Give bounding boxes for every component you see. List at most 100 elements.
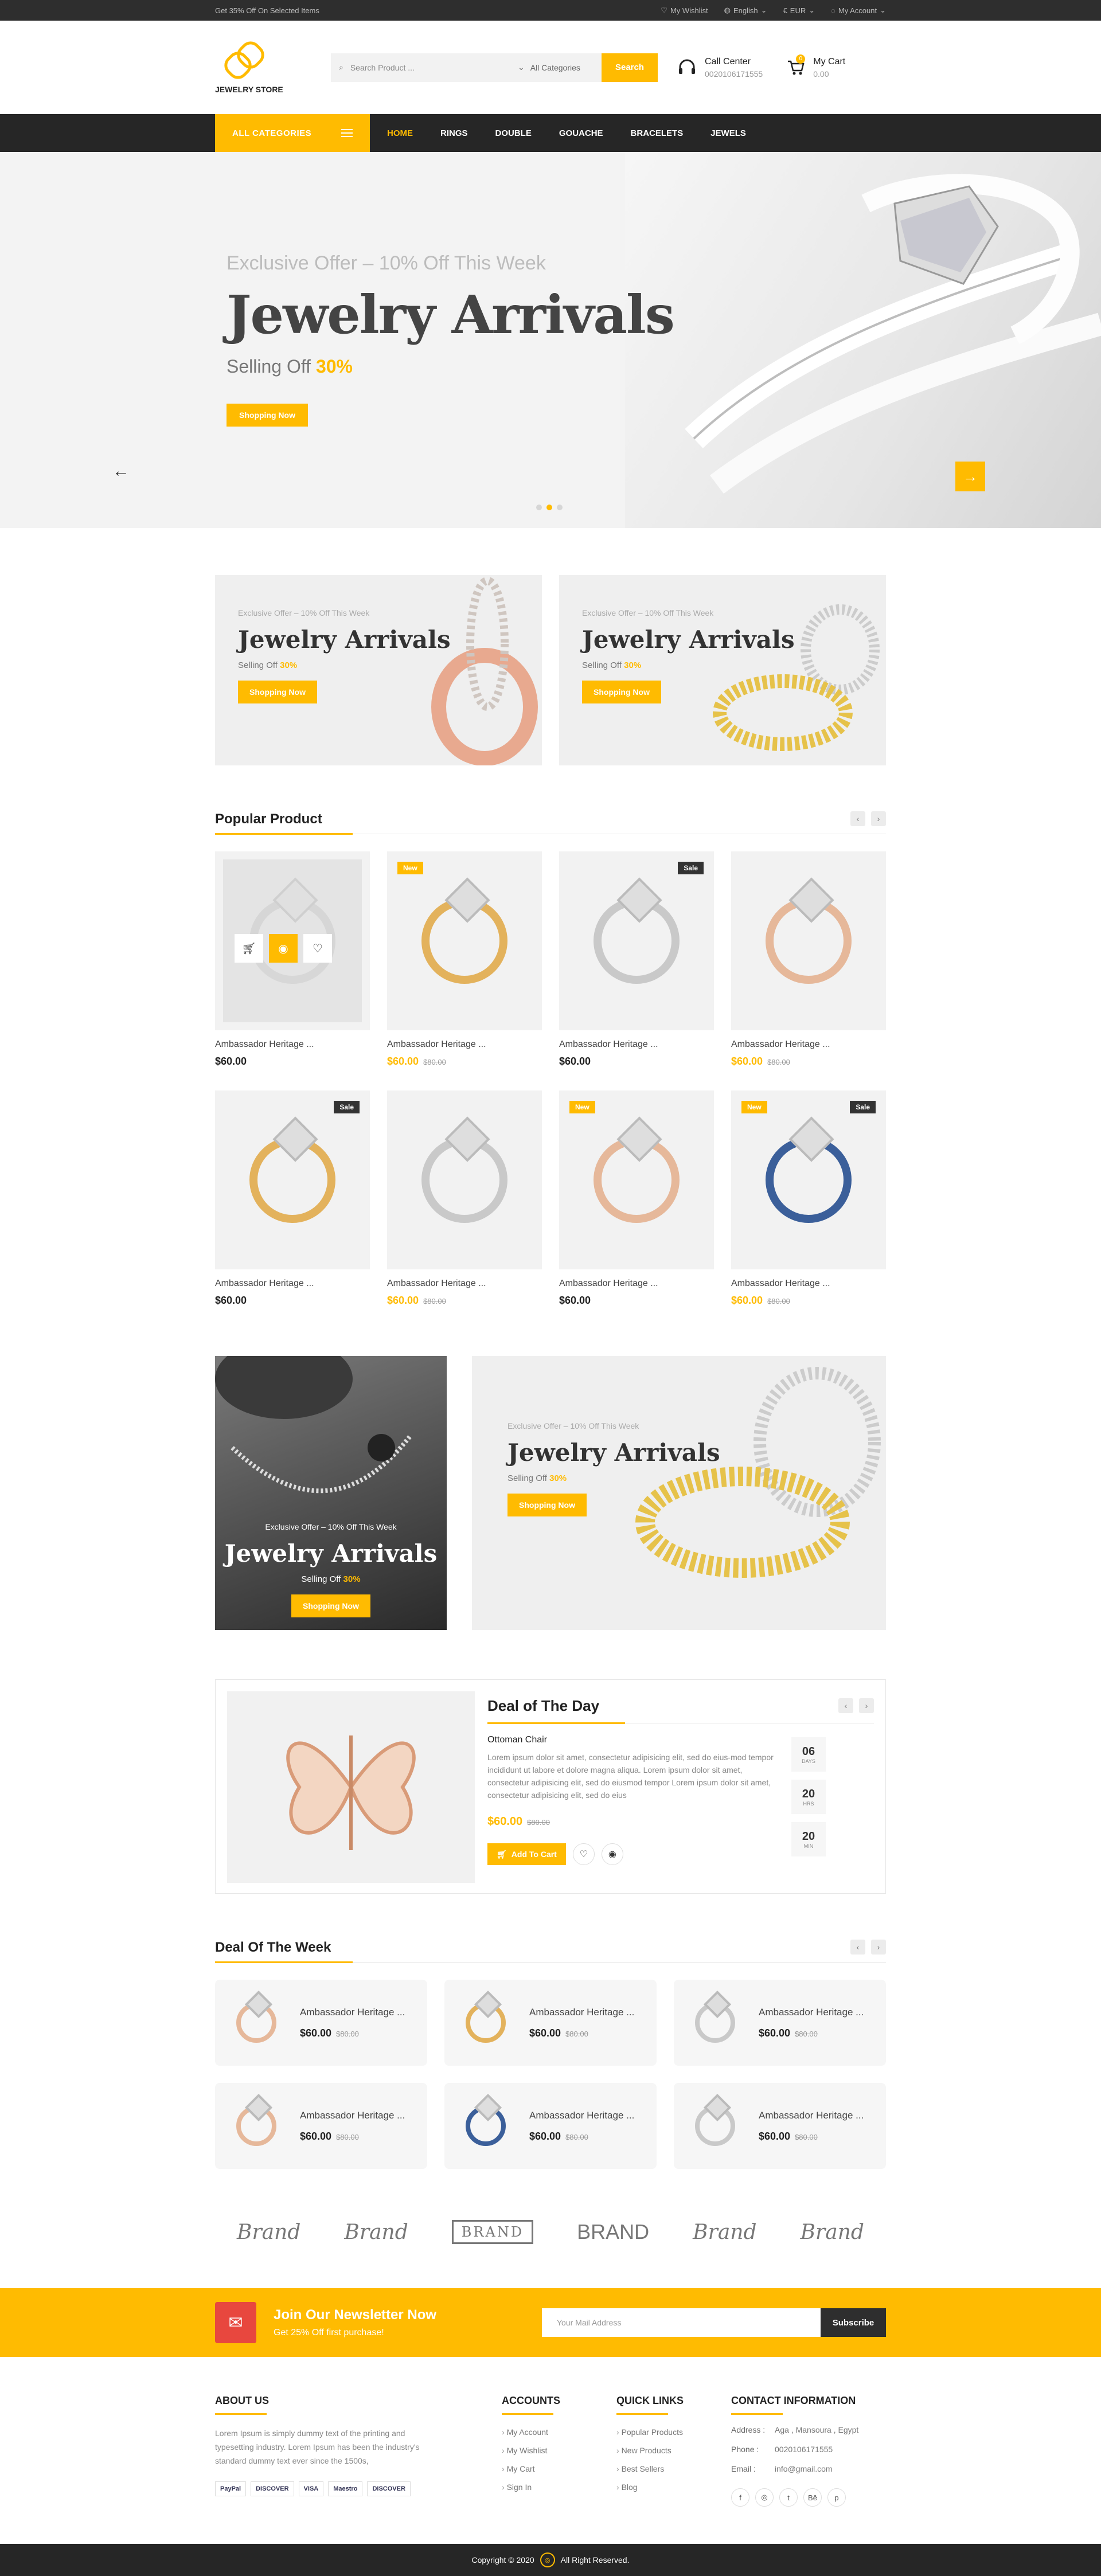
product-card[interactable]: New Sale Ambassador Heritage ... $60.00 $8… — [731, 1090, 886, 1307]
subscribe-button[interactable]: Subscribe — [821, 2308, 886, 2337]
arrow-right-icon[interactable]: → — [955, 462, 985, 491]
brand-logo[interactable]: Brand — [237, 2221, 300, 2244]
chevron-right-icon[interactable]: › — [859, 1698, 874, 1713]
footer-link[interactable]: My Wishlist — [502, 2446, 616, 2455]
twitter-icon[interactable]: t — [779, 2488, 798, 2507]
language-select[interactable]: ◍ English ⌄ — [724, 6, 767, 15]
nav-item-home[interactable]: HOME — [387, 128, 413, 138]
product-name[interactable]: Ambassador Heritage ... — [215, 1279, 370, 1289]
footer-link[interactable]: My Account — [502, 2428, 616, 2437]
eye-icon[interactable]: ◉ — [269, 934, 298, 963]
email-input[interactable]: Your Mail Address — [542, 2308, 821, 2337]
currency-select[interactable]: € EUR ⌄ — [783, 6, 815, 15]
product-card[interactable]: New Ambassador Heritage ... $60.00 — [559, 1090, 714, 1307]
product-name[interactable]: Ambassador Heritage ... — [759, 2007, 864, 2018]
footer-link[interactable]: My Cart — [502, 2464, 616, 2473]
product-name[interactable]: Ambassador Heritage ... — [300, 2007, 405, 2018]
brand-logo[interactable]: Brand — [693, 2221, 756, 2244]
product-name[interactable]: Ambassador Heritage ... — [529, 2110, 634, 2121]
banner-shop-button[interactable]: Shopping Now — [238, 681, 317, 703]
all-categories-button[interactable]: ALL CATEGORIES — [215, 114, 370, 152]
product-name[interactable]: Ambassador Heritage ... — [559, 1279, 714, 1289]
search-button[interactable]: Search — [602, 53, 658, 82]
footer-link[interactable]: Blog — [616, 2483, 731, 2492]
chevron-left-icon[interactable]: ‹ — [850, 1940, 865, 1955]
search-input[interactable]: ⌕ Search Product ... — [331, 53, 511, 82]
footer-link[interactable]: Best Sellers — [616, 2464, 731, 2473]
brand-logo[interactable]: BRAND — [451, 2220, 534, 2244]
footer-link[interactable]: Sign In — [502, 2483, 616, 2492]
contact-value[interactable]: info@gmail.com — [775, 2464, 833, 2473]
product-name[interactable]: Ambassador Heritage ... — [215, 1039, 370, 1050]
footer-link[interactable]: New Products — [616, 2446, 731, 2455]
product-name[interactable]: Ambassador Heritage ... — [731, 1279, 886, 1289]
cart[interactable]: 0 My Cart 0.00 — [787, 54, 845, 79]
banner-shop-button[interactable]: Shopping Now — [582, 681, 661, 703]
deal-week-item[interactable]: Ambassador Heritage ... $60.00 $80.00 — [215, 2083, 427, 2169]
product-card[interactable]: Ambassador Heritage ... $60.00 $80.00 — [731, 851, 886, 1068]
category-select[interactable]: ⌄ All Categories — [511, 53, 602, 82]
product-name[interactable]: Ambassador Heritage ... — [529, 2007, 634, 2018]
nav-item-double[interactable]: DOUBLE — [495, 128, 532, 138]
call-center[interactable]: Call Center 0020106171555 — [677, 57, 763, 79]
behance-icon[interactable]: Bē — [803, 2488, 822, 2507]
chevron-right-icon[interactable]: › — [871, 811, 886, 826]
product-name[interactable]: Ambassador Heritage ... — [387, 1279, 542, 1289]
banner-left[interactable]: Exclusive Offer – 10% Off This Week Jewe… — [215, 575, 542, 765]
slider-dot[interactable] — [536, 505, 542, 510]
nav-item-bracelets[interactable]: BRACELETS — [631, 128, 684, 138]
deal-week-item[interactable]: Ambassador Heritage ... $60.00 $80.00 — [215, 1980, 427, 2066]
promo-shop-button[interactable]: Shopping Now — [291, 1594, 370, 1617]
facebook-icon[interactable]: f — [731, 2488, 749, 2507]
product-card[interactable]: New Ambassador Heritage ... $60.00 $80.00 — [387, 851, 542, 1068]
product-card[interactable]: Sale Ambassador Heritage ... $60.00 — [215, 1090, 370, 1307]
nav-item-jewels[interactable]: JEWELS — [710, 128, 746, 138]
promo-dark-banner[interactable]: Exclusive Offer – 10% Off This Week Jewe… — [215, 1356, 447, 1630]
logo[interactable]: JEWELRY STORE — [215, 37, 300, 94]
category-label: All Categories — [530, 62, 580, 72]
deal-week-item[interactable]: Ambassador Heritage ... $60.00 $80.00 — [674, 2083, 886, 2169]
product-card[interactable]: 🛒︎ ◉ ♡ Ambassador Heritage ... $60.00 — [215, 851, 370, 1068]
product-name[interactable]: Ambassador Heritage ... — [300, 2110, 405, 2121]
add-to-cart-button[interactable]: 🛒︎ Add To Cart — [487, 1843, 566, 1865]
product-price: $60.00 $80.00 — [731, 1056, 886, 1068]
brand-logo[interactable]: BRAND — [577, 2220, 649, 2244]
account-menu[interactable]: ◌ My Account ⌄ — [831, 6, 886, 15]
product-name[interactable]: Ambassador Heritage ... — [559, 1039, 714, 1050]
arrow-left-icon[interactable]: ← — [112, 462, 130, 481]
product-name[interactable]: Ambassador Heritage ... — [387, 1039, 542, 1050]
brand-logo[interactable]: Brand — [801, 2221, 864, 2244]
instagram-icon[interactable]: ◎ — [755, 2488, 774, 2507]
product-card[interactable]: Ambassador Heritage ... $60.00 $80.00 — [387, 1090, 542, 1307]
deal-week-item[interactable]: Ambassador Heritage ... $60.00 $80.00 — [674, 1980, 886, 2066]
brand-logo[interactable]: Brand — [344, 2221, 408, 2244]
slider-dot-active[interactable] — [546, 505, 552, 510]
product-image — [387, 1090, 542, 1269]
add-to-cart-icon[interactable]: 🛒︎ — [235, 934, 263, 963]
nav-item-gouache[interactable]: GOUACHE — [559, 128, 603, 138]
promo-shop-button[interactable]: Shopping Now — [507, 1494, 587, 1516]
product-name[interactable]: Ambassador Heritage ... — [731, 1039, 886, 1050]
chevron-down-icon: ⌄ — [809, 6, 815, 14]
chevron-left-icon[interactable]: ‹ — [838, 1698, 853, 1713]
contact-address: Address : Aga , Mansoura , Egypt — [731, 2425, 858, 2434]
footer-link[interactable]: Popular Products — [616, 2428, 731, 2437]
heart-icon[interactable]: ♡ — [572, 1843, 595, 1865]
wishlist-link[interactable]: ♡ My Wishlist — [661, 6, 708, 15]
product-name[interactable]: Ambassador Heritage ... — [759, 2110, 864, 2121]
deal-week-item[interactable]: Ambassador Heritage ... $60.00 $80.00 — [444, 1980, 657, 2066]
deal-week-item[interactable]: Ambassador Heritage ... $60.00 $80.00 — [444, 2083, 657, 2169]
slider-dot[interactable] — [557, 505, 563, 510]
chevron-right-icon[interactable]: › — [871, 1940, 886, 1955]
chevron-left-icon[interactable]: ‹ — [850, 811, 865, 826]
pinterest-icon[interactable]: p — [827, 2488, 846, 2507]
promo-light-banner[interactable]: Exclusive Offer – 10% Off This Week Jewe… — [472, 1356, 886, 1630]
footer: ABOUT US Lorem Ipsum is simply dummy tex… — [0, 2357, 1101, 2547]
heart-icon[interactable]: ♡ — [303, 934, 332, 963]
banner-right[interactable]: Exclusive Offer – 10% Off This Week Jewe… — [559, 575, 886, 765]
eye-icon[interactable]: ◉ — [601, 1843, 623, 1865]
nav-item-rings[interactable]: RINGS — [440, 128, 468, 138]
product-card[interactable]: Sale Ambassador Heritage ... $60.00 — [559, 851, 714, 1068]
nav-menu: HOME RINGS DOUBLE GOUACHE BRACELETS JEWE… — [387, 128, 746, 138]
hero-shop-button[interactable]: Shopping Now — [227, 404, 308, 427]
